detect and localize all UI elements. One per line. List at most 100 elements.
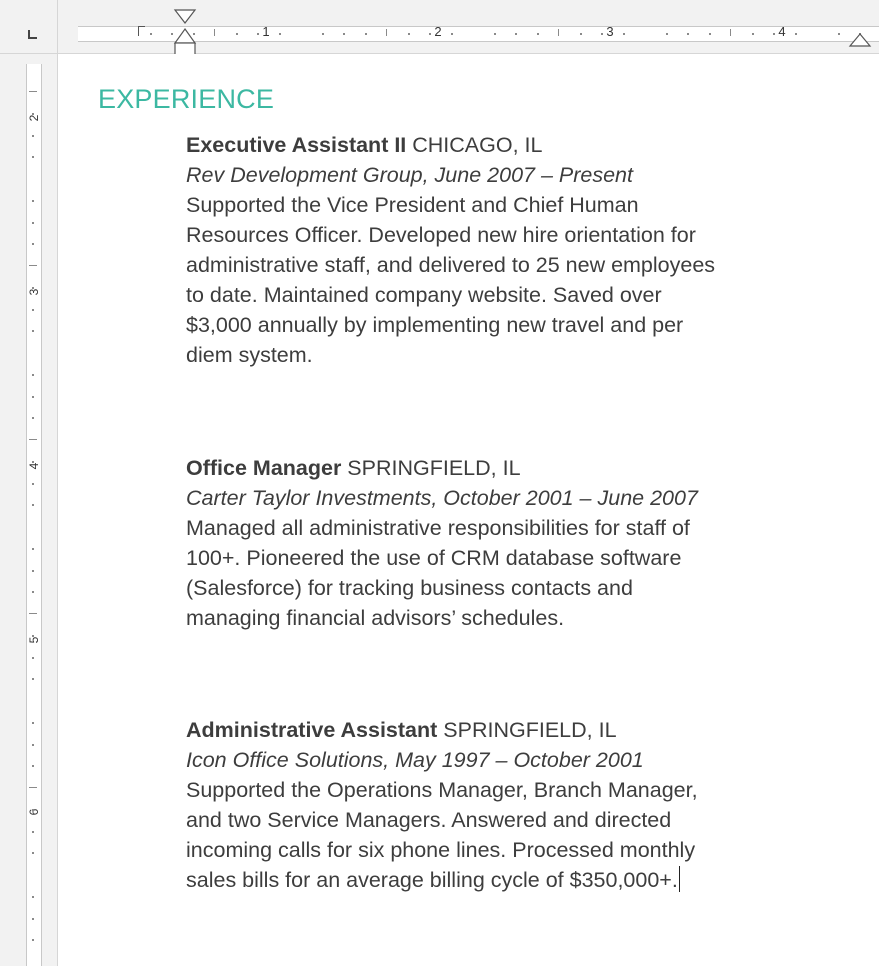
left-margin-marker[interactable] (138, 26, 145, 36)
vertical-ruler-dot (32, 852, 34, 855)
job-role: Executive Assistant II (186, 133, 407, 157)
job-entry[interactable]: Executive Assistant II CHICAGO, IL Rev D… (186, 130, 876, 370)
vertical-ruler-tick (29, 787, 37, 788)
ruler-dot (321, 33, 324, 35)
vertical-ruler-number: 2 (27, 114, 41, 122)
ruler-tick (730, 29, 731, 36)
ruler-number: 1 (262, 24, 270, 39)
vertical-ruler-number: 5 (27, 636, 41, 644)
job-description-line[interactable]: and two Service Managers. Answered and d… (186, 805, 876, 835)
job-role: Office Manager (186, 456, 342, 480)
ruler-dot (794, 33, 797, 35)
ruler-dot (837, 33, 840, 35)
ruler-number: 3 (606, 24, 614, 39)
vertical-ruler-dot (32, 634, 34, 637)
job-title-line[interactable]: Office Manager SPRINGFIELD, IL (186, 453, 876, 483)
job-description-line[interactable]: diem system. (186, 340, 876, 370)
job-title-line[interactable]: Executive Assistant II CHICAGO, IL (186, 130, 876, 160)
job-company-dates[interactable]: Icon Office Solutions, May 1997 – Octobe… (186, 745, 876, 775)
vertical-ruler-dot (32, 156, 34, 159)
ruler-dot (450, 33, 453, 35)
job-role: Administrative Assistant (186, 718, 438, 742)
left-tab-icon (28, 30, 37, 39)
vertical-ruler-dot (32, 243, 34, 246)
job-company-dates[interactable]: Rev Development Group, June 2007 – Prese… (186, 160, 876, 190)
vertical-ruler-dot (32, 199, 34, 202)
indent-marker-icon[interactable] (172, 8, 198, 58)
vertical-ruler-number: 4 (27, 462, 41, 470)
job-description-line[interactable]: Managed all administrative responsibilit… (186, 513, 876, 543)
job-description-line[interactable]: sales bills for an average billing cycle… (186, 865, 876, 895)
vertical-ruler[interactable]: 2 3 4 5 6 (0, 54, 58, 966)
ruler-dot (149, 33, 152, 35)
vertical-ruler-dot (32, 547, 34, 550)
vertical-ruler-dot (32, 895, 34, 898)
job-description-line[interactable]: Resources Officer. Developed new hire or… (186, 220, 876, 250)
job-description-line[interactable]: managing financial advisors’ schedules. (186, 603, 876, 633)
ruler-dot (235, 33, 238, 35)
vertical-ruler-dot (32, 460, 34, 463)
job-company-dates[interactable]: Carter Taylor Investments, October 2001 … (186, 483, 876, 513)
vertical-ruler-dot (32, 591, 34, 594)
vertical-ruler-dot (32, 373, 34, 376)
job-location: CHICAGO, IL (406, 133, 543, 157)
vertical-ruler-dot (32, 395, 34, 398)
vertical-ruler-tick (29, 439, 37, 440)
ruler-dot (278, 33, 281, 35)
vertical-ruler-dot (32, 504, 34, 507)
job-location: SPRINGFIELD, IL (437, 718, 617, 742)
vertical-ruler-tick (29, 265, 37, 266)
ruler-dot (515, 33, 517, 35)
vertical-ruler-dot (32, 939, 34, 942)
job-description-line[interactable]: administrative staff, and delivered to 2… (186, 250, 876, 280)
vertical-ruler-dot (32, 221, 34, 224)
job-description-line[interactable]: Supported the Vice President and Chief H… (186, 190, 876, 220)
ruler-tick (214, 29, 215, 36)
vertical-ruler-dot (32, 482, 34, 485)
text-cursor (678, 866, 680, 892)
vertical-ruler-dot (32, 569, 34, 572)
ruler-dot (536, 33, 539, 35)
job-location: SPRINGFIELD, IL (341, 456, 521, 480)
ruler-dot (622, 33, 625, 35)
vertical-ruler-dot (32, 112, 34, 115)
vertical-ruler-dot (32, 743, 34, 746)
ruler-dot (601, 33, 603, 35)
vertical-ruler-dot (32, 286, 34, 289)
job-entry[interactable]: Administrative Assistant SPRINGFIELD, IL… (186, 715, 876, 895)
ruler-dot (773, 33, 775, 35)
ruler-dot (665, 33, 668, 35)
ruler-bar (78, 26, 879, 42)
job-title-line[interactable]: Administrative Assistant SPRINGFIELD, IL (186, 715, 876, 745)
ruler-dot (687, 33, 689, 35)
vertical-ruler-dot (32, 917, 34, 920)
ruler-dot (429, 33, 431, 35)
ruler-number: 4 (778, 24, 786, 39)
ruler-tick (386, 29, 387, 36)
tab-selector-button[interactable] (0, 0, 58, 54)
job-description-line[interactable]: to date. Maintained company website. Sav… (186, 280, 876, 310)
vertical-ruler-number: 6 (27, 808, 41, 816)
ruler-dot (751, 33, 754, 35)
ruler-dot (493, 33, 496, 35)
job-description-line[interactable]: Supported the Operations Manager, Branch… (186, 775, 876, 805)
job-description-line[interactable]: $3,000 annually by implementing new trav… (186, 310, 876, 340)
section-heading[interactable]: EXPERIENCE (98, 84, 274, 115)
ruler-tick (558, 29, 559, 36)
right-indent-marker-icon[interactable] (847, 30, 873, 50)
vertical-ruler-dot (32, 678, 34, 681)
ruler-dot (257, 33, 259, 35)
vertical-ruler-dot (32, 330, 34, 333)
vertical-ruler-dot (32, 808, 34, 811)
job-description-line[interactable]: (Salesforce) for tracking business conta… (186, 573, 876, 603)
job-description-line[interactable]: incoming calls for six phone lines. Proc… (186, 835, 876, 865)
ruler-dot (407, 33, 410, 35)
vertical-ruler-dot (32, 656, 34, 659)
job-entry[interactable]: Office Manager SPRINGFIELD, IL Carter Ta… (186, 453, 876, 633)
job-description-line[interactable]: 100+. Pioneered the use of CRM database … (186, 543, 876, 573)
vertical-ruler-dot (32, 308, 34, 311)
vertical-ruler-tick (29, 613, 37, 614)
ruler-number: 2 (434, 24, 442, 39)
vertical-ruler-dot (32, 134, 34, 137)
ruler-dot (579, 33, 582, 35)
